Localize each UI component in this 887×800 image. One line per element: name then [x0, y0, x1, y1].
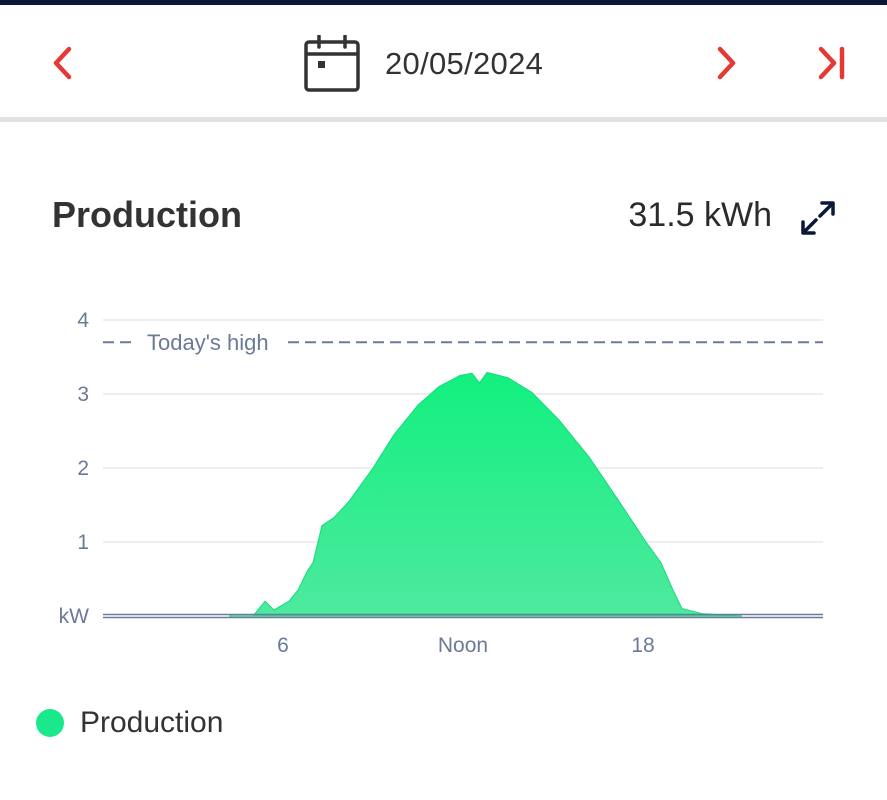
x-tick-label-6: 6 — [277, 634, 289, 657]
x-tick-label-noon: Noon — [438, 634, 488, 657]
y-tick-label-4: 4 — [77, 309, 89, 332]
selected-date: 20/05/2024 — [385, 46, 544, 81]
legend-swatch-production — [36, 709, 64, 737]
calendar-icon — [304, 35, 360, 92]
skip-to-end-icon — [818, 46, 845, 80]
legend-label-production: Production — [80, 706, 224, 739]
nav-divider — [0, 117, 887, 122]
next-day-button[interactable] — [696, 33, 756, 93]
production-chart: 1 2 3 4 kW Today's high 6 Noon 18 — [59, 309, 823, 657]
production-area — [229, 371, 743, 617]
last-day-button[interactable] — [800, 33, 860, 93]
y-tick-label-1: 1 — [77, 531, 89, 554]
reference-line-label: Today's high — [147, 330, 269, 355]
x-tick-label-18: 18 — [631, 634, 654, 657]
previous-day-button[interactable] — [33, 33, 93, 93]
chart-legend: Production — [36, 706, 223, 740]
date-navigation-bar: 20/05/2024 — [0, 5, 887, 117]
y-tick-label-3: 3 — [77, 383, 89, 406]
panel-title: Production — [52, 194, 242, 235]
chevron-right-icon — [717, 46, 736, 80]
date-picker[interactable]: 20/05/2024 — [303, 33, 543, 95]
chevron-left-icon — [53, 46, 72, 80]
expand-icon — [801, 201, 835, 235]
y-axis-unit-label: kW — [59, 605, 90, 628]
expand-button[interactable] — [796, 196, 840, 240]
y-tick-label-2: 2 — [77, 457, 89, 480]
daily-total: 31.5 kWh — [628, 196, 772, 234]
